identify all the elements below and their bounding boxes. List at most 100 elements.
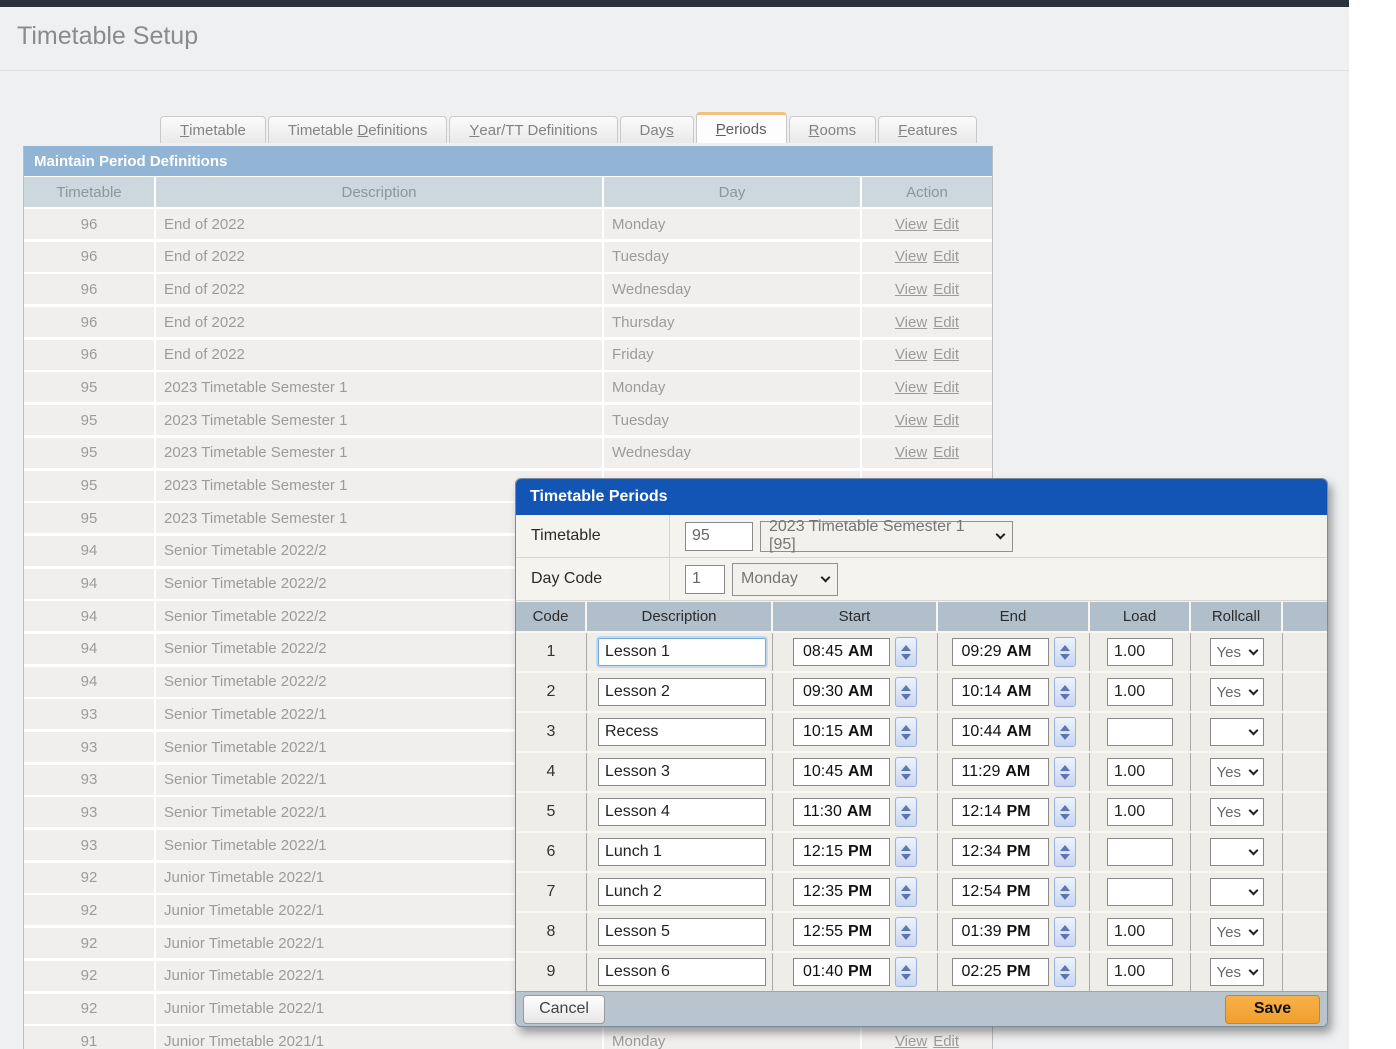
- edit-link[interactable]: Edit: [933, 216, 959, 233]
- end-time-input[interactable]: 12:34PM: [952, 838, 1049, 866]
- view-link[interactable]: View: [895, 346, 927, 363]
- tab-year-tt-definitions[interactable]: Year/TT Definitions: [449, 116, 617, 143]
- end-time-spinner[interactable]: [1054, 797, 1076, 827]
- period-description-input[interactable]: [598, 678, 766, 706]
- period-load-input[interactable]: [1107, 958, 1173, 986]
- start-time-spinner[interactable]: [895, 637, 917, 667]
- spinner-up-icon: [901, 845, 911, 851]
- view-link[interactable]: View: [895, 379, 927, 396]
- end-time-spinner[interactable]: [1054, 637, 1076, 667]
- start-time-spinner[interactable]: [895, 677, 917, 707]
- end-time-spinner[interactable]: [1054, 837, 1076, 867]
- row-timetable-number: 92: [24, 863, 156, 893]
- row-timetable-number: 93: [24, 797, 156, 827]
- start-time-input[interactable]: 10:45AM: [793, 758, 890, 786]
- period-load-input[interactable]: [1107, 758, 1173, 786]
- edit-link[interactable]: Edit: [933, 346, 959, 363]
- rollcall-select[interactable]: [1210, 718, 1264, 746]
- period-load-input[interactable]: [1107, 918, 1173, 946]
- view-link[interactable]: View: [895, 281, 927, 298]
- start-time-spinner[interactable]: [895, 797, 917, 827]
- timetable-select[interactable]: 2023 Timetable Semester 1 [95]: [760, 521, 1013, 552]
- edit-link[interactable]: Edit: [933, 379, 959, 396]
- period-description-input[interactable]: [598, 958, 766, 986]
- period-description-input[interactable]: [598, 638, 766, 666]
- start-time-input[interactable]: 12:15PM: [793, 838, 890, 866]
- spinner-up-icon: [901, 725, 911, 731]
- view-link[interactable]: View: [895, 314, 927, 331]
- rollcall-select[interactable]: Yes: [1210, 958, 1264, 986]
- start-time-input[interactable]: 12:55PM: [793, 918, 890, 946]
- end-time-input[interactable]: 12:54PM: [952, 878, 1049, 906]
- edit-link[interactable]: Edit: [933, 281, 959, 298]
- rollcall-select[interactable]: Yes: [1210, 678, 1264, 706]
- tab-timetable[interactable]: Timetable: [160, 116, 266, 143]
- period-load-input[interactable]: [1107, 718, 1173, 746]
- start-time-spinner[interactable]: [895, 837, 917, 867]
- save-button[interactable]: Save: [1225, 995, 1320, 1024]
- tab-timetable-definitions[interactable]: Timetable Definitions: [268, 116, 448, 143]
- end-time-spinner[interactable]: [1054, 757, 1076, 787]
- day-code-input[interactable]: [685, 565, 725, 594]
- edit-link[interactable]: Edit: [933, 248, 959, 265]
- end-time-spinner[interactable]: [1054, 677, 1076, 707]
- end-time-input[interactable]: 10:44AM: [952, 718, 1049, 746]
- start-time-input[interactable]: 01:40PM: [793, 958, 890, 986]
- tab-rooms[interactable]: Rooms: [789, 116, 877, 143]
- rollcall-select[interactable]: Yes: [1210, 798, 1264, 826]
- end-time-input[interactable]: 09:29AM: [952, 638, 1049, 666]
- end-time-input[interactable]: 02:25PM: [952, 958, 1049, 986]
- view-link[interactable]: View: [895, 444, 927, 461]
- view-link[interactable]: View: [895, 412, 927, 429]
- start-time-input[interactable]: 10:15AM: [793, 718, 890, 746]
- view-link[interactable]: View: [895, 216, 927, 233]
- period-description-input[interactable]: [598, 718, 766, 746]
- period-load-input[interactable]: [1107, 678, 1173, 706]
- period-description-input[interactable]: [598, 758, 766, 786]
- period-load-input[interactable]: [1107, 798, 1173, 826]
- spinner-up-icon: [1060, 925, 1070, 931]
- period-load-input[interactable]: [1107, 638, 1173, 666]
- edit-link[interactable]: Edit: [933, 1033, 959, 1049]
- period-description-input[interactable]: [598, 798, 766, 826]
- period-description-input[interactable]: [598, 838, 766, 866]
- day-select[interactable]: Monday: [732, 563, 838, 596]
- end-time-input[interactable]: 01:39PM: [952, 918, 1049, 946]
- view-link[interactable]: View: [895, 248, 927, 265]
- view-link[interactable]: View: [895, 1033, 927, 1049]
- start-time-input[interactable]: 12:35PM: [793, 878, 890, 906]
- rollcall-select[interactable]: Yes: [1210, 918, 1264, 946]
- rollcall-select[interactable]: Yes: [1210, 758, 1264, 786]
- start-time-input[interactable]: 11:30AM: [793, 798, 890, 826]
- edit-link[interactable]: Edit: [933, 314, 959, 331]
- period-load-input[interactable]: [1107, 878, 1173, 906]
- rollcall-select[interactable]: [1210, 878, 1264, 906]
- start-time-spinner[interactable]: [895, 717, 917, 747]
- end-time-spinner[interactable]: [1054, 957, 1076, 987]
- end-time-input[interactable]: 12:14PM: [952, 798, 1049, 826]
- end-time-value: 11:29: [962, 763, 1001, 781]
- tab-periods[interactable]: Periods: [696, 112, 787, 143]
- start-time-spinner[interactable]: [895, 877, 917, 907]
- period-description-input[interactable]: [598, 918, 766, 946]
- start-time-spinner[interactable]: [895, 957, 917, 987]
- edit-link[interactable]: Edit: [933, 412, 959, 429]
- edit-link[interactable]: Edit: [933, 444, 959, 461]
- end-time-spinner[interactable]: [1054, 877, 1076, 907]
- end-time-spinner[interactable]: [1054, 917, 1076, 947]
- timetable-code-input[interactable]: [685, 522, 753, 551]
- period-load-input[interactable]: [1107, 838, 1173, 866]
- end-time-input[interactable]: 10:14AM: [952, 678, 1049, 706]
- start-time-spinner[interactable]: [895, 917, 917, 947]
- rollcall-select[interactable]: [1210, 838, 1264, 866]
- tab-days[interactable]: Days: [620, 116, 694, 143]
- end-time-spinner[interactable]: [1054, 717, 1076, 747]
- end-time-input[interactable]: 11:29AM: [952, 758, 1049, 786]
- start-time-input[interactable]: 09:30AM: [793, 678, 890, 706]
- cancel-button[interactable]: Cancel: [523, 995, 605, 1024]
- rollcall-select[interactable]: Yes: [1210, 638, 1264, 666]
- start-time-spinner[interactable]: [895, 757, 917, 787]
- tab-features[interactable]: Features: [878, 116, 977, 143]
- period-description-input[interactable]: [598, 878, 766, 906]
- start-time-input[interactable]: 08:45AM: [793, 638, 890, 666]
